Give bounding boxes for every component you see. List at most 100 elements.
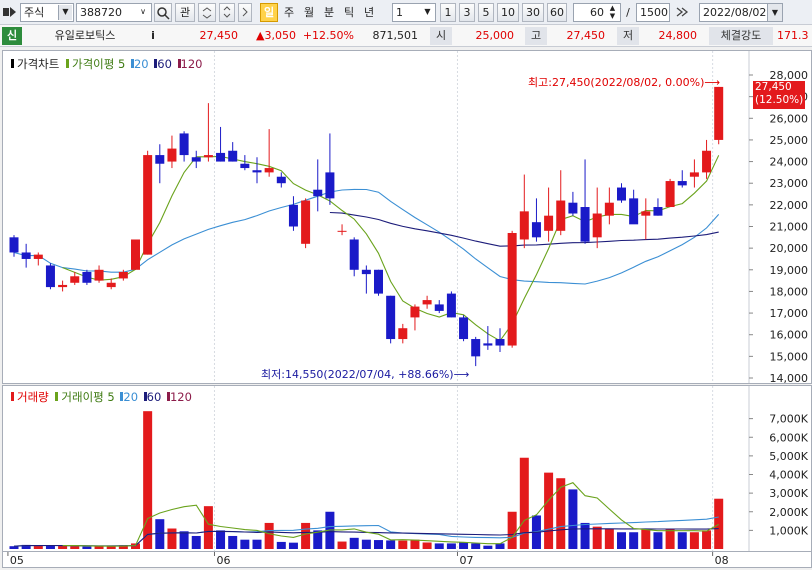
- volume-bar: [702, 530, 712, 549]
- interval-select[interactable]: 1 ▼: [392, 3, 436, 22]
- volume-chart-svg[interactable]: 1,000K 2,000K 3,000K 4,000K 5,000K 6,000K 7,00…: [3, 386, 811, 551]
- period-button-minute[interactable]: 분: [320, 3, 338, 22]
- interval-button-5[interactable]: 5: [478, 3, 494, 22]
- candle: [82, 269, 92, 285]
- interval-button-60[interactable]: 60: [547, 3, 567, 22]
- chart-options-icon[interactable]: [673, 4, 691, 21]
- volume-bar: [228, 535, 238, 549]
- link-arrow-icon[interactable]: [2, 5, 18, 19]
- favorite-button[interactable]: 관: [175, 3, 195, 22]
- candle: [568, 191, 578, 216]
- volume-bar: [252, 539, 262, 549]
- candle: [374, 269, 383, 296]
- price-tick-label: 22,000: [770, 199, 809, 212]
- candle: [155, 144, 165, 184]
- volume-bar: [167, 528, 177, 549]
- total-count-input[interactable]: 1500: [636, 3, 670, 22]
- volume-tick-label: 2,000K: [769, 506, 808, 519]
- step-button[interactable]: [238, 3, 252, 22]
- period-button-day[interactable]: 일: [260, 3, 278, 22]
- calendar-dropdown-icon[interactable]: ▼: [767, 4, 782, 21]
- candle-body: [471, 339, 481, 357]
- interval-button-1[interactable]: 1: [440, 3, 456, 22]
- chevron-down-icon[interactable]: ∨: [136, 5, 150, 20]
- interval-button-10[interactable]: 10: [497, 3, 519, 22]
- candle-body: [82, 271, 92, 283]
- candle-body: [556, 200, 566, 231]
- candle: [143, 150, 153, 255]
- top-toolbar: 주식 ▼ 388720 ∨ 관 일 주 월 분 틱 년 1 ▼ 1 3 5 10…: [0, 0, 812, 25]
- volume-bar: [653, 532, 663, 549]
- price-chart-pane[interactable]: 14,000 15,000 16,000 17,000 18,000 19,000 20,0…: [2, 50, 812, 385]
- volume-bar: [276, 541, 286, 549]
- volume-bar: [301, 522, 311, 549]
- interval-button-3[interactable]: 3: [459, 3, 475, 22]
- candle-body: [325, 172, 335, 199]
- candle-body: [531, 222, 541, 238]
- candle-body: [276, 176, 286, 184]
- candle: [349, 237, 359, 277]
- candle: [21, 243, 31, 268]
- candle: [386, 295, 396, 344]
- candle-body: [228, 150, 238, 162]
- candle: [641, 198, 651, 240]
- price-tick-label: 23,000: [770, 177, 809, 190]
- volume-bar: [94, 546, 104, 549]
- volume-tick-label: 7,000K: [769, 413, 808, 426]
- volume-bar: [191, 535, 201, 549]
- chevron-down-icon[interactable]: ▼: [421, 5, 434, 20]
- candle: [58, 280, 68, 292]
- price-tick-label: 14,000: [770, 372, 809, 383]
- candle-body: [702, 150, 712, 173]
- period-button-year[interactable]: 년: [360, 3, 378, 22]
- code-input[interactable]: 388720 ∨: [76, 3, 152, 22]
- count-slash: /: [626, 6, 630, 19]
- period-button-month[interactable]: 월: [300, 3, 318, 22]
- view-count-input[interactable]: 60 ▲ ▼: [573, 3, 621, 22]
- candle-body: [203, 155, 213, 158]
- price-ma-20: 20: [133, 57, 149, 71]
- volume-ma-120: 120: [169, 390, 192, 404]
- volume-chart-pane[interactable]: 1,000K 2,000K 3,000K 4,000K 5,000K 6,000K 7,00…: [2, 385, 812, 552]
- prev-next-stepper[interactable]: [219, 3, 235, 22]
- candle: [313, 159, 323, 212]
- volume-bar: [288, 542, 298, 549]
- candle-body: [653, 207, 663, 216]
- legend-marker-ma5: [65, 59, 69, 68]
- candle: [617, 183, 626, 203]
- price-change: ▲3,050: [256, 29, 296, 42]
- volume-ma-5: 5: [107, 390, 115, 404]
- price-chart-svg[interactable]: 14,000 15,000 16,000 17,000 18,000 19,000 20,0…: [3, 51, 811, 385]
- candle: [665, 178, 675, 208]
- candle-body: [70, 276, 80, 283]
- candle: [203, 103, 213, 162]
- search-button[interactable]: [154, 3, 172, 22]
- volume-bar: [179, 531, 189, 549]
- interval-button-30[interactable]: 30: [522, 3, 544, 22]
- info-button[interactable]: i: [146, 27, 160, 45]
- candle-body: [507, 232, 517, 346]
- candle-body: [665, 181, 675, 208]
- volume-bar: [410, 539, 420, 549]
- candle-body: [361, 269, 371, 275]
- market-select[interactable]: 주식 ▼: [20, 3, 74, 22]
- period-button-tick[interactable]: 틱: [340, 3, 358, 22]
- quote-bar: 신 유일로보틱스 i 27,450 ▲3,050 +12.50% 871,501…: [0, 25, 812, 47]
- min-price-annotation: 최저:14,550(2022/07/04, +88.66%)⟶: [261, 368, 470, 381]
- candle-body: [118, 271, 128, 279]
- chevron-down-icon[interactable]: ▼: [58, 5, 72, 20]
- volume-bar: [641, 528, 651, 549]
- volume-bar: [9, 546, 19, 549]
- stepper-arrows-icon[interactable]: ▲ ▼: [606, 4, 619, 21]
- candle: [45, 263, 55, 290]
- candle: [131, 239, 140, 270]
- candle: [544, 187, 554, 242]
- volume-bar: [33, 545, 43, 549]
- period-button-week[interactable]: 주: [280, 3, 298, 22]
- new-listing-badge: 신: [2, 27, 22, 45]
- code-input-value: 388720: [80, 6, 122, 19]
- volume-bar: [592, 526, 602, 549]
- volume-bar: [459, 542, 469, 549]
- candle: [653, 198, 663, 216]
- group-button[interactable]: [198, 3, 216, 22]
